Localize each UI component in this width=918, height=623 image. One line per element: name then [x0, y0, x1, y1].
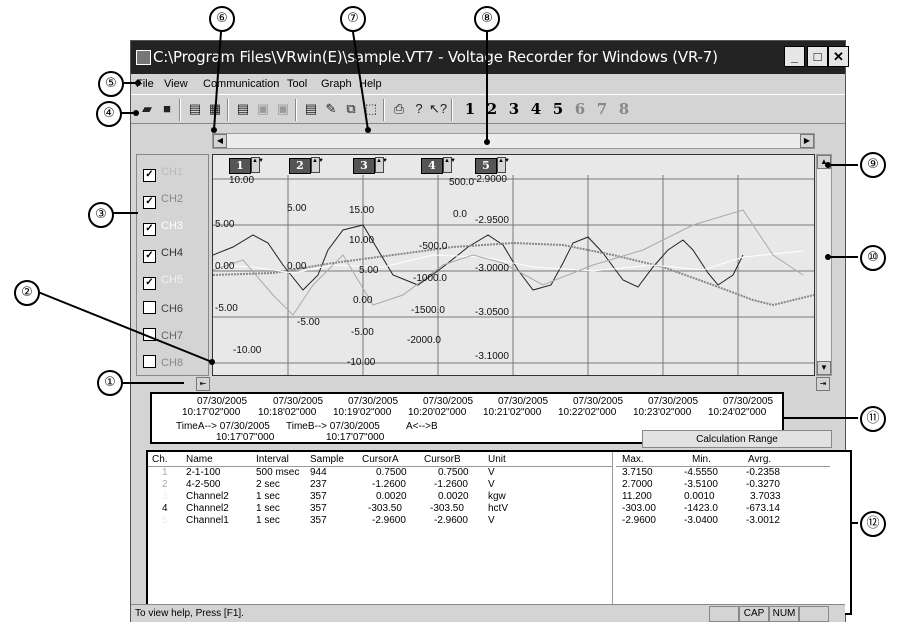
callout-3: ③	[88, 202, 114, 228]
callout-2: ②	[14, 280, 40, 306]
callout-8: ⑧	[474, 6, 500, 32]
callout-6: ⑥	[209, 6, 235, 32]
callout-4: ④	[96, 101, 122, 127]
callout-10: ⑩	[860, 245, 886, 271]
callout-12: ⑫	[860, 511, 886, 537]
callout-7: ⑦	[340, 6, 366, 32]
callout-5: ⑤	[98, 71, 124, 97]
callout-9: ⑨	[860, 152, 886, 178]
callout-11: ⑪	[860, 406, 886, 432]
callout-leaders	[37, 31, 858, 524]
